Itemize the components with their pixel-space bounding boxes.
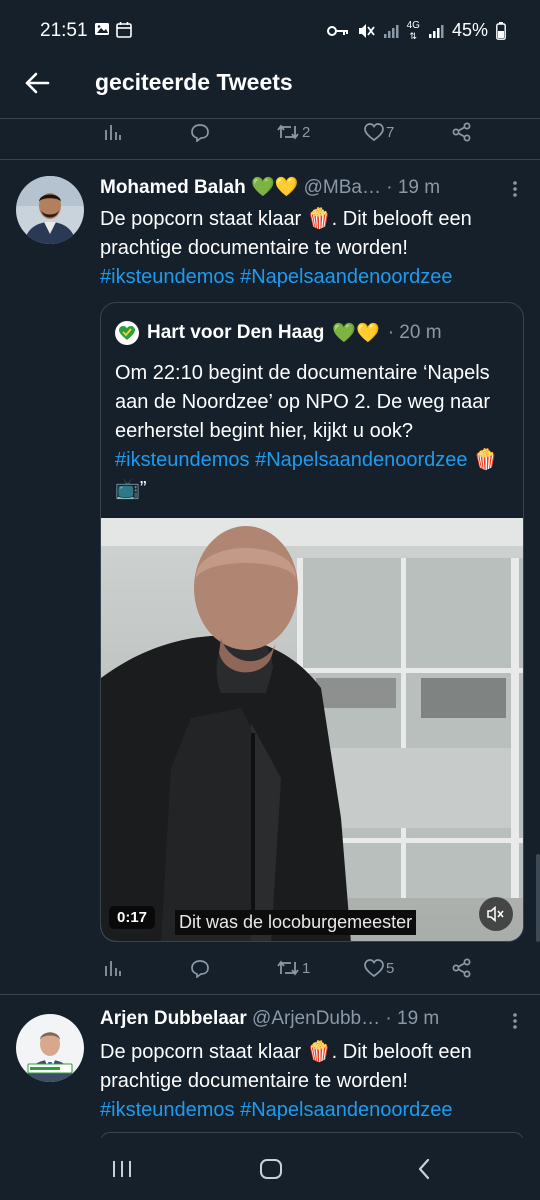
more-vertical-icon	[513, 1013, 517, 1029]
avatar-arjen-dubbelaar[interactable]	[16, 1014, 84, 1082]
status-left-icons	[94, 21, 132, 38]
tweet-header: Mohamed Balah 💚💛 @MBa… · 19 m	[100, 175, 520, 205]
network-indicator: 4G ⇅	[406, 19, 420, 41]
tweet-body: De popcorn staat klaar 🍿. Dit belooft ee…	[100, 1041, 472, 1092]
quote-header: Hart voor Den Haag 💚💛 · 20 m	[115, 319, 515, 347]
analytics-button[interactable]	[104, 959, 122, 977]
top-header: geciteerde Tweets	[0, 60, 540, 106]
share-button[interactable]	[452, 958, 472, 978]
tweet-text: De popcorn staat klaar 🍿. Dit belooft ee…	[100, 1038, 520, 1125]
status-time: 21:51	[40, 20, 88, 41]
heart-icon	[364, 123, 384, 141]
tweet-divider	[0, 994, 540, 995]
avatar-mohamed-balah[interactable]	[16, 176, 84, 244]
heart-icon	[364, 959, 384, 977]
author-name[interactable]: Mohamed Balah	[100, 177, 246, 198]
mute-toggle-button[interactable]	[479, 897, 513, 931]
tweet-time: · 19 m	[386, 177, 441, 198]
author-handle[interactable]: @MBa…	[304, 177, 381, 198]
calendar-icon	[116, 22, 132, 38]
back-button[interactable]	[20, 66, 54, 100]
author-name[interactable]: Arjen Dubbelaar	[100, 1008, 247, 1029]
status-right-icons: 4G ⇅ 45%	[326, 19, 506, 41]
author-handle[interactable]: @ArjenDubb…	[252, 1008, 380, 1029]
like-count: 5	[386, 959, 395, 977]
video-frame	[101, 518, 523, 941]
retweet-icon	[277, 124, 299, 140]
like-button[interactable]: 5	[364, 959, 394, 977]
recent-apps-icon	[113, 1161, 131, 1177]
profile-photo	[16, 1014, 84, 1082]
quote-hashtag-1[interactable]: #iksteundemos	[115, 449, 250, 471]
signal-strength-icon	[428, 24, 444, 38]
battery-percent: 45%	[451, 20, 488, 40]
video-caption: Dit was de locoburgemeester	[175, 910, 417, 935]
video-duration: 0:17	[109, 906, 156, 929]
retweet-button[interactable]: 1	[276, 959, 310, 977]
tweet-divider	[0, 159, 540, 160]
arrow-left-icon	[25, 72, 50, 94]
scrollbar-thumb[interactable]	[536, 854, 540, 942]
tweet-hashtags[interactable]: #iksteundemos #Napelsaandenoordzee	[100, 266, 452, 288]
recent-apps-button[interactable]	[102, 1152, 142, 1186]
key-icon	[326, 25, 348, 36]
quote-text: Om 22:10 begint de documentaire ‘Napels …	[115, 359, 511, 504]
tweet-text: De popcorn staat klaar 🍿. Dit belooft ee…	[100, 205, 520, 292]
heart-logo-icon	[119, 326, 135, 340]
author-emoji: 💚💛	[250, 177, 299, 198]
share-button[interactable]	[452, 122, 472, 142]
analytics-button[interactable]	[104, 123, 122, 141]
quote-hashtag-2[interactable]: #Napelsaandenoordzee	[255, 449, 467, 471]
profile-photo	[16, 176, 84, 244]
video-player[interactable]: 0:17 Dit was de locoburgemeester	[101, 518, 523, 941]
page-title: geciteerde Tweets	[95, 69, 293, 95]
home-button[interactable]	[251, 1152, 291, 1186]
retweet-button[interactable]: 2	[276, 123, 310, 141]
tweet-time: · 19 m	[385, 1008, 440, 1029]
chevron-left-icon	[418, 1158, 430, 1180]
like-button[interactable]: 7	[364, 123, 394, 141]
share-icon	[452, 122, 471, 142]
reply-icon	[191, 959, 209, 978]
quote-author-name: Hart voor Den Haag	[147, 322, 325, 343]
retweet-count: 2	[302, 123, 311, 141]
screen: 21:51 4G ⇅ 45% geciteerde Tweets 2 7 Moh…	[0, 0, 540, 1200]
prev-tweet-actions: 2 7	[100, 117, 480, 147]
analytics-icon	[105, 125, 121, 140]
mute-icon	[358, 23, 375, 38]
retweet-icon	[277, 960, 299, 976]
quote-author-emoji: 💚💛	[332, 323, 380, 344]
quote-avatar	[115, 321, 139, 345]
like-count: 7	[386, 123, 395, 141]
retweet-count: 1	[302, 959, 311, 977]
system-back-button[interactable]	[404, 1152, 444, 1186]
more-vertical-icon	[513, 181, 517, 197]
reply-button[interactable]	[190, 123, 210, 142]
tweet-header: Arjen Dubbelaar @ArjenDubb… · 19 m	[100, 1008, 520, 1038]
more-options-button[interactable]	[510, 180, 520, 198]
gallery-icon	[95, 23, 109, 35]
quote-time: · 20 m	[387, 322, 442, 343]
quote-body: Om 22:10 begint de documentaire ‘Napels …	[115, 362, 491, 442]
more-options-button[interactable]	[510, 1012, 520, 1030]
tweet-body: De popcorn staat klaar 🍿. Dit belooft ee…	[100, 208, 472, 259]
system-nav-bar	[0, 1138, 540, 1200]
reply-button[interactable]	[190, 959, 210, 978]
tweet-actions: 1 5	[100, 953, 480, 983]
home-icon	[260, 1159, 282, 1179]
status-bar: 21:51 4G ⇅ 45%	[0, 0, 540, 60]
tweet-hashtags[interactable]: #iksteundemos #Napelsaandenoordzee	[100, 1099, 452, 1121]
battery-icon	[496, 21, 506, 40]
analytics-icon	[105, 961, 121, 976]
signal-icon	[383, 24, 399, 38]
quoted-tweet-card[interactable]: Hart voor Den Haag 💚💛 · 20 m Om 22:10 be…	[100, 302, 524, 942]
speaker-muted-icon	[487, 906, 504, 922]
reply-icon	[191, 123, 209, 142]
share-icon	[452, 958, 471, 978]
network-type: 4G	[406, 19, 420, 31]
